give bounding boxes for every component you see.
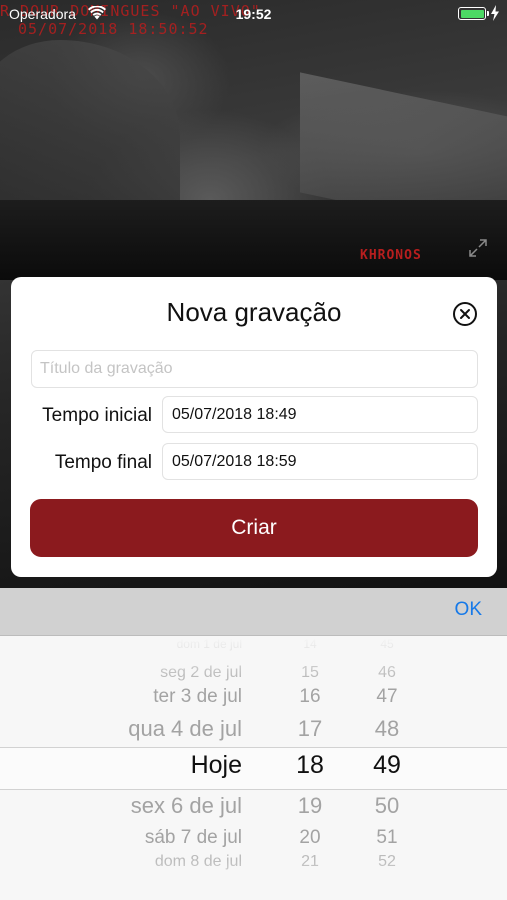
status-time: 19:52 xyxy=(235,6,272,22)
create-button[interactable]: Criar xyxy=(30,499,478,557)
ok-button[interactable]: OK xyxy=(455,599,482,621)
close-icon[interactable] xyxy=(452,301,478,327)
end-time-label: Tempo final xyxy=(54,452,152,473)
picker-hour-option[interactable]: 20 xyxy=(278,827,342,849)
start-time-field[interactable]: 05/07/2018 18:49 xyxy=(162,396,478,433)
picker-date-option[interactable]: sex 6 de jul xyxy=(0,793,242,819)
picker-toolbar: OK xyxy=(0,588,507,636)
picker-hour-option[interactable]: 19 xyxy=(278,793,342,819)
picker-date-option[interactable]: ter 3 de jul xyxy=(0,686,242,708)
picker-date-option[interactable]: Hoje xyxy=(0,751,242,780)
picker-hour-option[interactable]: 16 xyxy=(278,686,342,708)
picker-minute-option[interactable]: 47 xyxy=(352,686,422,708)
picker-date-option[interactable]: qua 4 de jul xyxy=(0,716,242,742)
charging-icon xyxy=(491,5,499,21)
picker-minute-option[interactable]: 51 xyxy=(352,827,422,849)
picker-minute-option[interactable]: 49 xyxy=(352,751,422,780)
camera-scene-road-left xyxy=(0,40,180,200)
battery-level xyxy=(460,9,484,18)
picker-hour-option[interactable]: 18 xyxy=(278,751,342,780)
battery-icon xyxy=(458,7,489,20)
picker-date-option[interactable]: sáb 7 de jul xyxy=(0,827,242,849)
new-recording-dialog: Nova gravação Tempo inicial 05/07/2018 1… xyxy=(11,277,497,577)
dialog-title: Nova gravação xyxy=(166,297,342,327)
picker-hour-option[interactable]: 17 xyxy=(278,716,342,742)
date-time-picker[interactable]: dom 1 de julseg 2 de julter 3 de julqua … xyxy=(0,637,507,900)
recording-title-input[interactable] xyxy=(31,350,478,388)
camera-brand-watermark: KHRONOS xyxy=(360,248,422,263)
picker-minute-option[interactable]: 48 xyxy=(352,716,422,742)
picker-minute-option[interactable]: 50 xyxy=(352,793,422,819)
start-time-label: Tempo inicial xyxy=(42,405,152,426)
status-bar: Operadora 19:52 xyxy=(0,0,507,28)
expand-icon[interactable] xyxy=(468,238,488,258)
end-time-field[interactable]: 05/07/2018 18:59 xyxy=(162,443,478,480)
camera-scene-wall xyxy=(0,200,507,280)
